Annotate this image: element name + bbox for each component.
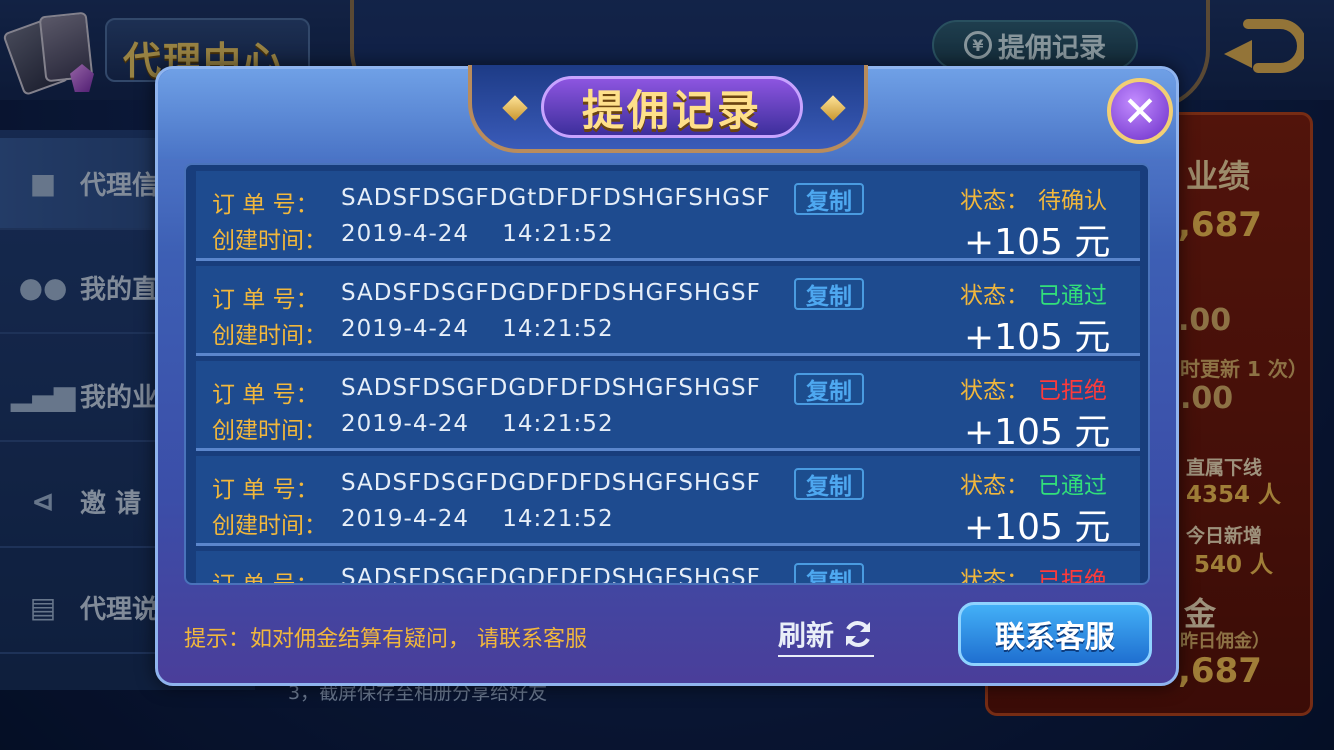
created-time: 2019-4-24 14:21:52 <box>341 506 614 532</box>
order-label: 订 单 号： <box>212 287 319 313</box>
amount: +105 元 <box>964 222 1111 263</box>
refresh-button[interactable]: 刷新 <box>778 613 875 657</box>
status-value: 已通过 <box>1038 473 1107 499</box>
status-value: 待确认 <box>1038 188 1107 214</box>
copy-button[interactable]: 复制 <box>794 468 864 500</box>
record-row: 订 单 号： SADSFDSGFDGDFDFDSHGFSHGSF 复制 创建时间… <box>196 266 1140 358</box>
refresh-icon <box>846 621 871 647</box>
order-number: SADSFDSGFDGDFDFDSHGFSHGSF <box>341 375 761 401</box>
order-number: SADSFDSGFDGDFDFDSHGFSHGSF <box>341 470 761 496</box>
dialog-title-pill: 提佣记录 <box>541 76 803 138</box>
status-value: 已通过 <box>1038 283 1107 309</box>
order-label: 订 单 号： <box>212 192 319 218</box>
record-list[interactable]: 订 单 号： SADSFDSGFDGtDFDFDSHGFSHGSF 复制 创建时… <box>184 163 1150 585</box>
close-icon: ✕ <box>1122 86 1158 136</box>
close-button[interactable]: ✕ <box>1107 78 1173 144</box>
copy-button[interactable]: 复制 <box>794 183 864 215</box>
status-label: 状态： <box>960 473 1029 499</box>
status-label: 状态： <box>960 568 1029 585</box>
status-label: 状态： <box>960 283 1029 309</box>
copy-button[interactable]: 复制 <box>794 373 864 405</box>
created-time: 2019-4-24 14:21:52 <box>341 221 614 247</box>
created-time: 2019-4-24 14:21:52 <box>341 316 614 342</box>
time-label: 创建时间： <box>212 513 327 539</box>
order-number: SADSFDSGFDGtDFDFDSHGFSHGSF <box>341 185 771 211</box>
status-value: 已拒绝 <box>1038 568 1107 585</box>
order-label: 订 单 号： <box>212 382 319 408</box>
amount: +105 元 <box>964 507 1111 548</box>
order-label: 订 单 号： <box>212 477 319 503</box>
record-row: 订 单 号： SADSFDSGFDGtDFDFDSHGFSHGSF 复制 创建时… <box>196 171 1140 263</box>
contact-support-button[interactable]: 联系客服 <box>958 602 1152 666</box>
record-row: 订 单 号： SADSFDSGFDGDFDFDSHGFSHGSF 复制 创建时间… <box>196 456 1140 548</box>
created-time: 2019-4-24 14:21:52 <box>341 411 614 437</box>
amount: +105 元 <box>964 317 1111 358</box>
amount: +105 元 <box>964 412 1111 453</box>
status-value: 已拒绝 <box>1038 378 1107 404</box>
refresh-label: 刷新 <box>778 619 835 652</box>
time-label: 创建时间： <box>212 228 327 254</box>
order-label: 订 单 号： <box>212 572 319 585</box>
dialog-title: 提佣记录 <box>581 85 762 135</box>
copy-button[interactable]: 复制 <box>794 278 864 310</box>
commission-record-dialog: 提佣记录 ✕ 订 单 号： SADSFDSGFDGtDFDFDSHGFSHGSF… <box>155 65 1179 686</box>
time-label: 创建时间： <box>212 323 327 349</box>
order-number: SADSFDSGFDGDFDFDSHGFSHGSF <box>341 280 761 306</box>
status-label: 状态： <box>960 188 1029 214</box>
time-label: 创建时间： <box>212 418 327 444</box>
record-row: 订 单 号： SADSFDSGFDGDFDFDSHGFSHGSF 复制 创建时间… <box>196 361 1140 453</box>
footer-tip: 提示：如对佣金结算有疑问， 请联系客服 <box>184 627 587 652</box>
copy-button[interactable]: 复制 <box>794 563 864 583</box>
contact-support-label: 联系客服 <box>995 620 1115 655</box>
record-row: 订 单 号： SADSFDSGFDGDFDFDSHGFSHGSF 复制 状态： … <box>196 551 1140 585</box>
order-number: SADSFDSGFDGDFDFDSHGFSHGSF <box>341 565 761 585</box>
status-label: 状态： <box>960 378 1029 404</box>
